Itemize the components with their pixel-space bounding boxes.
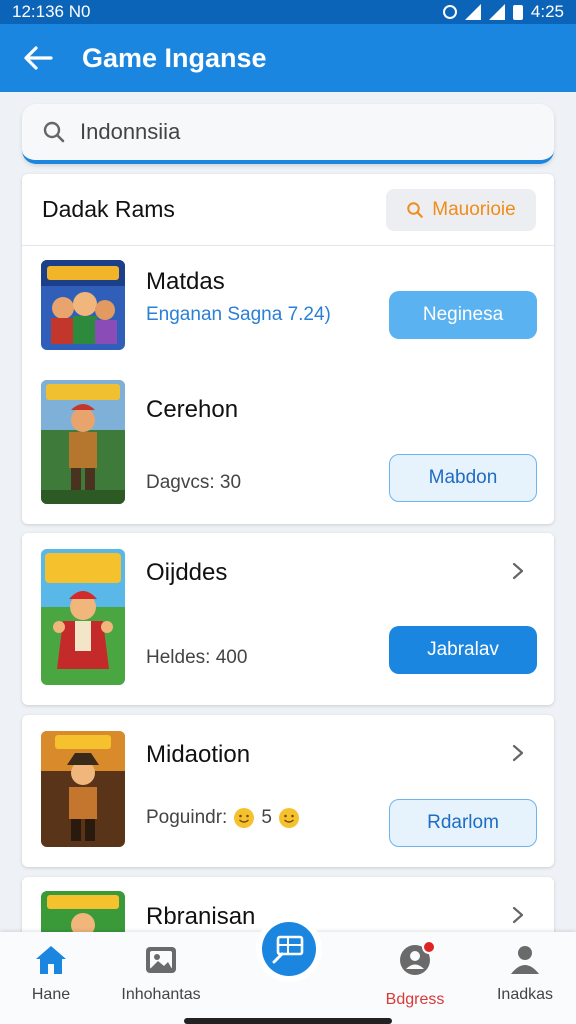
game-card[interactable]: Midaotion Poguindr: 5 Rdarlom bbox=[22, 715, 554, 867]
game-action-button[interactable]: Rdarlom bbox=[389, 799, 537, 847]
game-thumbnail bbox=[41, 380, 125, 504]
game-card[interactable]: Oijddes Heldes: 400 Jabralav bbox=[22, 533, 554, 705]
bottom-nav: Hane Inhohantas Bdgress Inadkas bbox=[0, 922, 576, 1024]
app-bar: Game Inganse bbox=[0, 24, 576, 92]
home-icon bbox=[36, 946, 66, 974]
center-action-button[interactable] bbox=[262, 922, 316, 976]
smiley-icon bbox=[234, 808, 255, 828]
game-name: Midaotion bbox=[146, 741, 251, 768]
notification-badge bbox=[422, 940, 436, 954]
card-header: Dadak Rams Mauorioie bbox=[22, 174, 554, 246]
nav-item-gallery[interactable]: Inhohantas bbox=[106, 944, 216, 1004]
wifi-icon bbox=[488, 4, 505, 20]
game-action-label: Mabdon bbox=[428, 467, 498, 488]
status-bar: 12:136 N0 4:25 bbox=[0, 0, 576, 24]
chevron-right-icon[interactable] bbox=[508, 561, 528, 581]
status-time: 12:136 N0 bbox=[12, 2, 91, 21]
chevron-right-icon[interactable] bbox=[508, 743, 528, 763]
search-box[interactable] bbox=[22, 104, 554, 164]
game-subtitle-prefix: Poguindr: bbox=[146, 807, 228, 828]
nav-item-progress[interactable]: Bdgress bbox=[360, 940, 470, 1009]
nav-label: Bdgress bbox=[385, 991, 445, 1008]
back-arrow-icon bbox=[24, 46, 53, 70]
gallery-icon bbox=[146, 947, 176, 973]
game-subtitle: Dagvcs: 30 bbox=[146, 472, 242, 493]
nav-label: Hane bbox=[31, 986, 71, 1003]
game-action-label: Neginesa bbox=[422, 304, 504, 325]
profile-icon bbox=[511, 946, 539, 974]
game-name: Rbranisan bbox=[146, 903, 256, 930]
nav-item-profile[interactable]: Inadkas bbox=[470, 944, 576, 1004]
status-right-text: 4:25 bbox=[530, 2, 564, 21]
game-thumbnail bbox=[41, 260, 125, 350]
game-name: Matdas bbox=[146, 268, 225, 295]
game-row[interactable]: Cerehon Dagvcs: 30 Mabdon bbox=[22, 380, 554, 524]
game-action-button[interactable]: Neginesa bbox=[389, 291, 537, 339]
chevron-right-icon[interactable] bbox=[508, 905, 528, 925]
center-action-icon bbox=[272, 935, 304, 964]
back-button[interactable] bbox=[20, 40, 56, 76]
nav-icon-wrap bbox=[398, 940, 436, 981]
card-title: Dadak Rams bbox=[42, 196, 175, 222]
search-icon bbox=[407, 201, 424, 218]
nav-label: Inhohantas bbox=[121, 986, 201, 1003]
signal-icon bbox=[464, 4, 481, 20]
search-icon bbox=[43, 121, 65, 143]
game-name: Cerehon bbox=[146, 396, 239, 423]
game-name: Oijddes bbox=[146, 559, 228, 586]
game-subtitle: Heldes: 400 bbox=[146, 647, 248, 668]
search-input[interactable] bbox=[80, 119, 500, 145]
more-button[interactable]: Mauorioie bbox=[386, 188, 536, 231]
game-action-button[interactable]: Mabdon bbox=[389, 454, 537, 502]
game-row[interactable]: Matdas Enganan Sagna 7.24) Neginesa bbox=[22, 246, 554, 380]
home-indicator bbox=[184, 1018, 392, 1024]
game-action-label: Jabralav bbox=[427, 639, 499, 660]
game-subtitle: Enganan Sagna 7.24) bbox=[146, 304, 331, 325]
nav-item-home[interactable]: Hane bbox=[0, 944, 106, 1004]
game-thumbnail bbox=[41, 731, 125, 847]
game-action-label: Rdarlom bbox=[427, 812, 499, 833]
game-action-button[interactable]: Jabralav bbox=[389, 626, 537, 674]
nav-label: Inadkas bbox=[496, 986, 554, 1003]
status-icons: 4:25 bbox=[442, 2, 564, 22]
page-title: Game Inganse bbox=[82, 42, 267, 73]
battery-icon bbox=[512, 4, 523, 20]
featured-games-card: Dadak Rams Mauorioie Matdas Enganan Sagn… bbox=[22, 174, 554, 524]
game-subtitle-value: 5 bbox=[261, 807, 272, 828]
more-button-label: Mauorioie bbox=[432, 198, 516, 220]
game-thumbnail bbox=[41, 549, 125, 685]
alarm-icon bbox=[442, 5, 457, 19]
game-subtitle: Poguindr: 5 bbox=[146, 807, 300, 829]
smiley-icon bbox=[278, 808, 299, 828]
